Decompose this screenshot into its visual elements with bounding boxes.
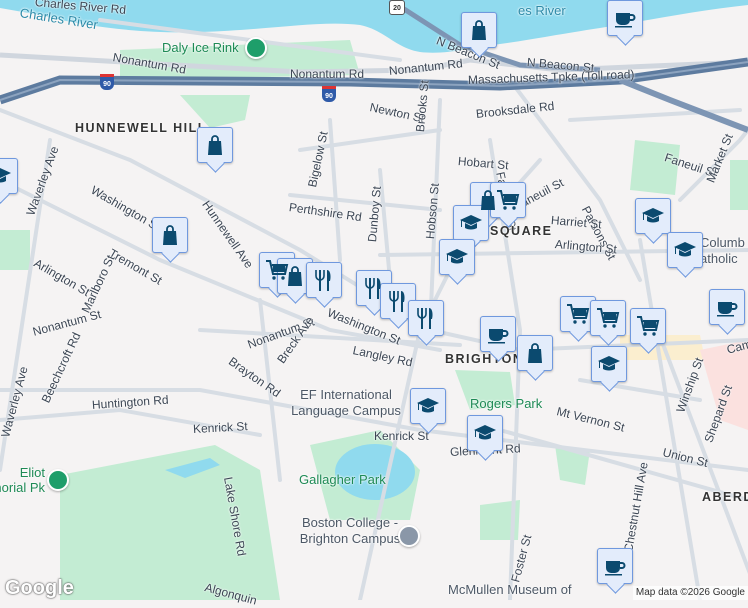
marker-graduation-cap[interactable]: [667, 232, 703, 268]
marker-restaurant[interactable]: [380, 283, 416, 319]
graduation-cap-icon: [0, 168, 11, 183]
graduation-cap-icon: [642, 208, 664, 223]
graduation-cap-icon: [598, 356, 620, 371]
shopping-bag-icon: [288, 266, 302, 286]
coffee-cup-icon: [615, 13, 636, 28]
label-hunnewell-hill: HUNNEWELL HILL: [75, 121, 207, 135]
marker-coffee-cup[interactable]: [709, 289, 745, 325]
graduation-cap-icon: [474, 425, 496, 440]
marker-coffee-cup[interactable]: [607, 0, 643, 36]
marker-shopping-bag[interactable]: [517, 335, 553, 371]
label-mcmullen: McMullen Museum of: [448, 582, 572, 597]
restaurant-icon: [315, 270, 331, 291]
marker-coffee-cup[interactable]: [480, 316, 516, 352]
shopping-cart-icon: [597, 308, 620, 328]
ef-campus-text: EF International Language Campus: [291, 387, 401, 418]
marker-graduation-cap[interactable]: [467, 415, 503, 451]
label-gallagher-park: Gallagher Park: [299, 472, 386, 487]
i90-shield-icon: 90: [100, 74, 114, 90]
label-nonantum-rd-2: Nonantum Rd: [290, 67, 365, 81]
marker-shopping-cart[interactable]: [590, 300, 626, 336]
graduation-cap-icon: [417, 398, 439, 413]
marker-graduation-cap[interactable]: [453, 205, 489, 241]
label-aberdeen: ABERD: [702, 490, 748, 504]
marker-shopping-cart[interactable]: [630, 308, 666, 344]
label-kenrick-st-2: Kenrick St: [374, 429, 429, 443]
restaurant-icon: [417, 308, 433, 329]
marker-shopping-bag[interactable]: [277, 258, 313, 294]
us20-shield-icon: 20: [389, 0, 405, 15]
shopping-bag-icon: [472, 20, 486, 40]
label-charles-river-2: es River: [518, 3, 566, 18]
marker-shopping-cart[interactable]: [560, 296, 596, 332]
shopping-cart-icon: [637, 316, 660, 336]
ice-rink-pin-icon[interactable]: [245, 37, 267, 59]
map-attribution[interactable]: Map data ©2026 Google: [632, 586, 748, 600]
graduation-cap-icon: [674, 242, 696, 257]
label-square: SQUARE: [490, 224, 553, 238]
label-rogers-park: Rogers Park: [470, 396, 543, 411]
label-ef-campus: EF International Language Campus: [276, 387, 416, 419]
graduation-cap-icon: [446, 249, 468, 264]
park-tree-pin-icon[interactable]: [47, 469, 69, 491]
marker-shopping-bag[interactable]: [461, 12, 497, 48]
i90-shield-icon-2: 90: [322, 86, 336, 102]
coffee-cup-icon: [488, 329, 509, 344]
label-bc-campus: Boston College - Brighton Campus: [299, 515, 401, 546]
shopping-bag-icon: [208, 135, 222, 155]
label-daly-ice-rink: Daly Ice Rink: [162, 40, 239, 55]
marker-graduation-cap[interactable]: [0, 158, 18, 194]
shopping-cart-icon: [497, 190, 520, 210]
graduation-cap-icon: [460, 215, 482, 230]
coffee-cup-icon: [717, 302, 738, 317]
restaurant-icon: [389, 291, 405, 312]
marker-graduation-cap[interactable]: [635, 198, 671, 234]
google-logo: Google: [5, 577, 74, 599]
marker-shopping-bag[interactable]: [152, 217, 188, 253]
marker-graduation-cap[interactable]: [439, 239, 475, 275]
label-columbkille: Columb atholic: [700, 235, 745, 266]
label-brighton: BRIGHTON: [445, 352, 524, 366]
school-pin-icon[interactable]: [398, 525, 420, 547]
marker-graduation-cap[interactable]: [591, 346, 627, 382]
marker-graduation-cap[interactable]: [410, 388, 446, 424]
shopping-cart-icon: [567, 304, 590, 324]
marker-shopping-cart[interactable]: [490, 182, 526, 218]
marker-restaurant[interactable]: [306, 262, 342, 298]
marker-restaurant[interactable]: [408, 300, 444, 336]
shopping-bag-icon: [163, 225, 177, 245]
shopping-bag-icon: [528, 343, 542, 363]
marker-coffee-cup[interactable]: [597, 548, 633, 584]
marker-shopping-bag[interactable]: [197, 127, 233, 163]
restaurant-icon: [365, 278, 381, 299]
coffee-cup-icon: [605, 561, 626, 576]
label-kenrick-st-1: Kenrick St: [192, 419, 248, 436]
label-eliot-pk: Eliot Memorial Pk: [0, 465, 45, 495]
